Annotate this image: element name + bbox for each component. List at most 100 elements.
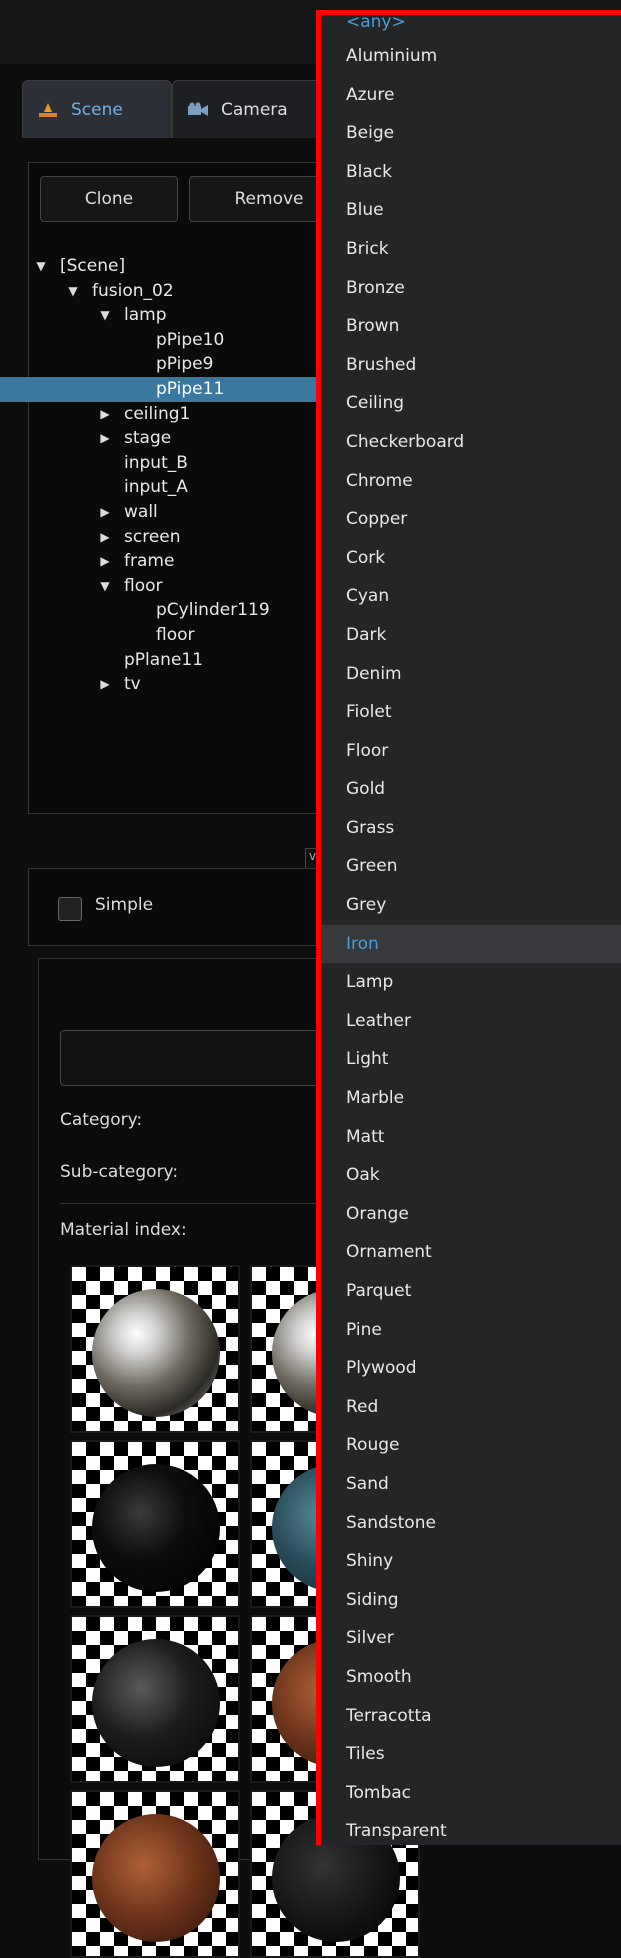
tree-node-label: lamp: [124, 305, 167, 326]
dropdown-option[interactable]: Beige: [321, 114, 621, 153]
tree-node[interactable]: ▶ frame: [0, 549, 330, 574]
dropdown-option[interactable]: Ceiling: [321, 384, 621, 423]
collapse-arrow-icon[interactable]: ▶: [98, 500, 112, 525]
material-sphere-preview: [92, 1639, 220, 1767]
tree-node[interactable]: pPipe11: [0, 376, 330, 402]
material-thumbnail[interactable]: [70, 1265, 240, 1433]
dropdown-option[interactable]: Dark: [321, 616, 621, 655]
dropdown-option[interactable]: Green: [321, 847, 621, 886]
tree-node-label: pPipe11: [156, 378, 225, 399]
dropdown-option[interactable]: Cork: [321, 539, 621, 578]
dropdown-option[interactable]: Silver: [321, 1619, 621, 1658]
collapse-arrow-icon[interactable]: ▶: [98, 549, 112, 574]
dropdown-option[interactable]: Cyan: [321, 577, 621, 616]
dropdown-option[interactable]: Tombac: [321, 1774, 621, 1813]
tree-node[interactable]: ▶ screen: [0, 525, 330, 550]
dropdown-option[interactable]: Smooth: [321, 1658, 621, 1697]
tree-node-label: input_B: [124, 452, 188, 473]
dropdown-option[interactable]: Light: [321, 1040, 621, 1079]
dropdown-option[interactable]: Chrome: [321, 462, 621, 501]
tree-node[interactable]: pPlane11: [0, 648, 330, 673]
dropdown-option[interactable]: Red: [321, 1388, 621, 1427]
material-thumbnail[interactable]: [70, 1440, 240, 1608]
tree-node-label: floor: [124, 575, 163, 596]
dropdown-option[interactable]: Grass: [321, 809, 621, 848]
subcategory-label: Sub-category:: [60, 1162, 179, 1182]
dropdown-option[interactable]: Orange: [321, 1195, 621, 1234]
dropdown-option[interactable]: Parquet: [321, 1272, 621, 1311]
dropdown-option[interactable]: Brown: [321, 307, 621, 346]
dropdown-option[interactable]: Marble: [321, 1079, 621, 1118]
dropdown-option[interactable]: Bronze: [321, 269, 621, 308]
tree-node[interactable]: pPipe9: [0, 352, 330, 377]
dropdown-option[interactable]: Gold: [321, 770, 621, 809]
dropdown-option[interactable]: Oak: [321, 1156, 621, 1195]
tree-node-label: [Scene]: [60, 256, 126, 276]
tree-node[interactable]: ▶ wall: [0, 500, 330, 525]
material-sphere-preview: [92, 1814, 220, 1942]
dropdown-option[interactable]: Azure: [321, 76, 621, 115]
material-search-input[interactable]: [60, 1030, 332, 1086]
dropdown-option[interactable]: Ornament: [321, 1233, 621, 1272]
material-thumbnail[interactable]: [70, 1615, 240, 1783]
dropdown-option[interactable]: Brick: [321, 230, 621, 269]
dropdown-option[interactable]: Matt: [321, 1118, 621, 1157]
dropdown-option[interactable]: Checkerboard: [321, 423, 621, 462]
tree-node-label: pCylinder119: [156, 600, 270, 621]
expand-arrow-icon[interactable]: ▼: [98, 574, 112, 599]
tab-scene-label: Scene: [71, 99, 123, 120]
tree-node[interactable]: input_B: [0, 451, 330, 476]
tree-node[interactable]: ▼ [Scene]: [0, 254, 330, 279]
dropdown-option-any[interactable]: <any>: [321, 15, 621, 37]
tree-node[interactable]: input_A: [0, 475, 330, 500]
scene-tree: ▼ [Scene] ▼ fusion_02 ▼ lamp pPipe10 pPipe9 pPip…: [0, 254, 330, 697]
dropdown-option[interactable]: Terracotta: [321, 1697, 621, 1736]
dropdown-option[interactable]: Sand: [321, 1465, 621, 1504]
tree-node[interactable]: ▶ ceiling1: [0, 402, 330, 427]
dropdown-option[interactable]: Shiny: [321, 1542, 621, 1581]
dropdown-option[interactable]: Rouge: [321, 1426, 621, 1465]
collapse-arrow-icon[interactable]: ▶: [98, 402, 112, 427]
tree-node[interactable]: ▼ fusion_02: [0, 279, 330, 304]
dropdown-option[interactable]: Iron: [321, 924, 621, 964]
tree-node[interactable]: pCylinder119: [0, 598, 330, 623]
dropdown-option[interactable]: Floor: [321, 732, 621, 771]
material-thumbnail[interactable]: [70, 1790, 240, 1958]
dropdown-option[interactable]: Plywood: [321, 1349, 621, 1388]
category-dropdown-list[interactable]: <any> Aluminium Azure Beige Black Blue Brick Br…: [316, 10, 621, 1845]
dropdown-option[interactable]: Aluminium: [321, 37, 621, 76]
dropdown-option[interactable]: Transparent: [321, 1812, 621, 1845]
tree-node[interactable]: ▼ lamp: [0, 303, 330, 328]
dropdown-option[interactable]: Lamp: [321, 963, 621, 1002]
collapse-arrow-icon[interactable]: ▶: [98, 426, 112, 451]
dropdown-option[interactable]: Brushed: [321, 346, 621, 385]
dropdown-option[interactable]: Grey: [321, 886, 621, 925]
simple-checkbox[interactable]: [58, 897, 82, 921]
dropdown-option[interactable]: Copper: [321, 500, 621, 539]
dropdown-option[interactable]: Fiolet: [321, 693, 621, 732]
tree-node[interactable]: ▼ floor: [0, 574, 330, 599]
clone-button[interactable]: Clone: [40, 176, 178, 222]
dropdown-option[interactable]: Blue: [321, 191, 621, 230]
expand-arrow-icon[interactable]: ▼: [98, 303, 112, 328]
dropdown-option[interactable]: Pine: [321, 1311, 621, 1350]
tree-node-label: input_A: [124, 477, 188, 498]
divider: [60, 1203, 330, 1204]
dropdown-option[interactable]: Sandstone: [321, 1504, 621, 1543]
dropdown-options: <any> Aluminium Azure Beige Black Blue Brick Br…: [321, 15, 621, 1845]
tree-node[interactable]: pPipe10: [0, 328, 330, 353]
dropdown-option[interactable]: Siding: [321, 1581, 621, 1620]
tree-node[interactable]: ▶ tv: [0, 672, 330, 697]
collapse-arrow-icon[interactable]: ▶: [98, 525, 112, 550]
dropdown-option[interactable]: Black: [321, 153, 621, 192]
tab-scene[interactable]: Scene: [22, 80, 172, 138]
collapse-arrow-icon[interactable]: ▶: [98, 672, 112, 697]
dropdown-option[interactable]: Tiles: [321, 1735, 621, 1774]
dropdown-option[interactable]: Denim: [321, 655, 621, 694]
dropdown-option[interactable]: Leather: [321, 1002, 621, 1041]
tree-node[interactable]: floor: [0, 623, 330, 648]
expand-arrow-icon[interactable]: ▼: [34, 254, 48, 279]
expand-arrow-icon[interactable]: ▼: [66, 279, 80, 304]
tree-node[interactable]: ▶ stage: [0, 426, 330, 451]
tree-node-label: screen: [124, 526, 181, 547]
